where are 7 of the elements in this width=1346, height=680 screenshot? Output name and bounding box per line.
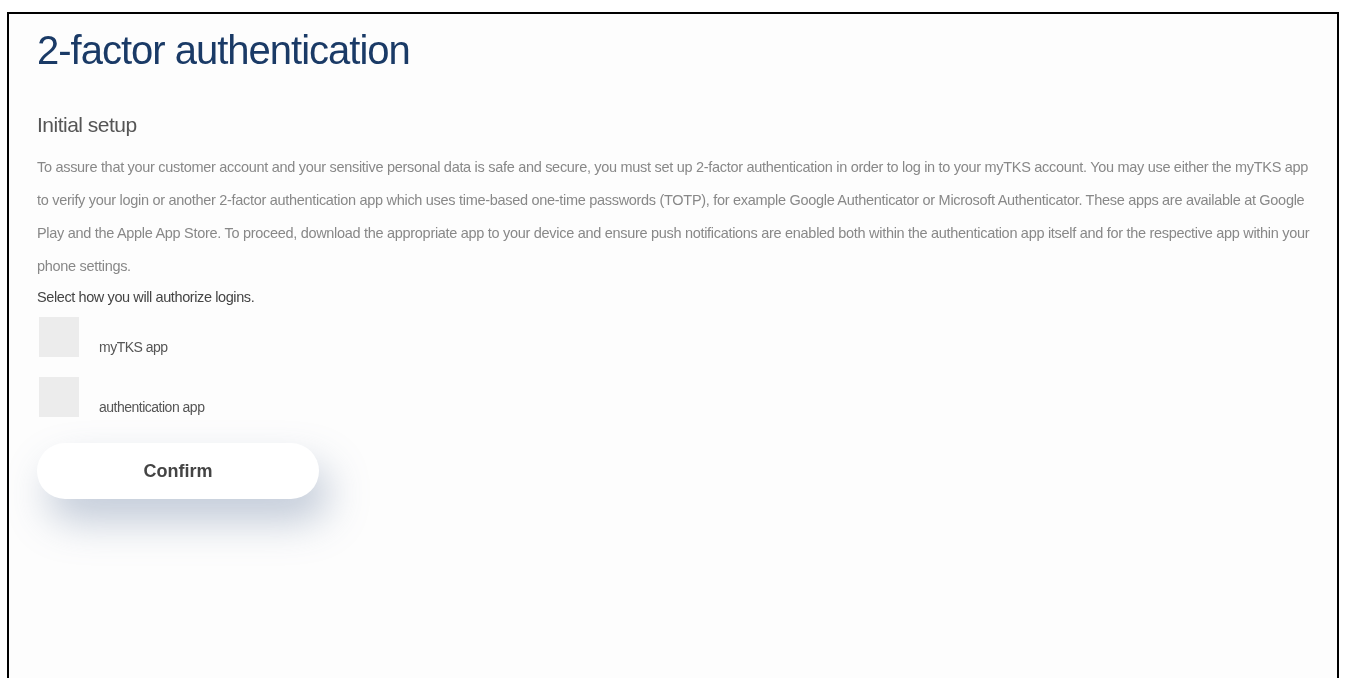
option-label: authentication app — [99, 399, 205, 415]
confirm-button[interactable]: Confirm — [37, 443, 319, 499]
option-label: myTKS app — [99, 339, 168, 355]
description-text: To assure that your customer account and your sensitive personal data is safe and secure, you must set up 2-factor authentication in order to log in to your myTKS account. You may use either the myTKS app to verify your login or another 2-factor authentication app which uses time-based one-time passwords (TOTP), for example Google Authenticator or Microsoft Authenticator. These apps are available at Google Play and the Apple App Store. To proceed, download the appropriate app to your device and ensure push notifications are enabled both within the authentication app itself and for the respective app within your phone settings. — [37, 158, 1311, 276]
page-title: 2-factor authentication — [37, 28, 410, 73]
section-heading: Initial setup — [37, 113, 137, 137]
prompt-text: Select how you will authorize logins. — [37, 289, 255, 305]
